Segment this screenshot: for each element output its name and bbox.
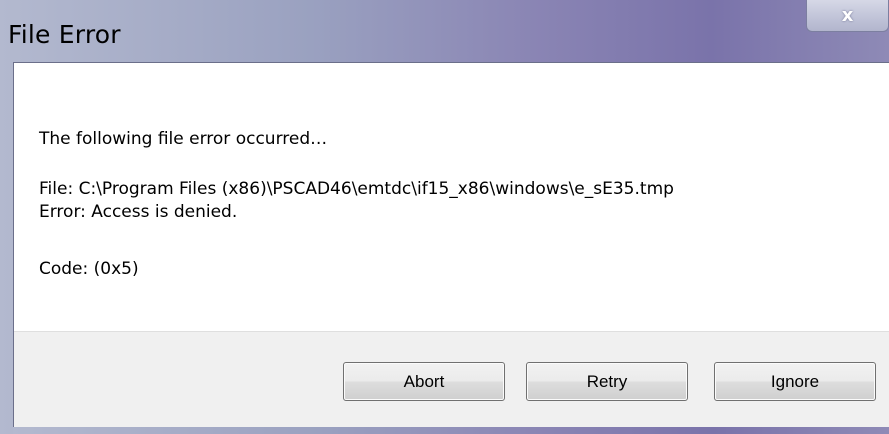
title-bar[interactable]: File Error x bbox=[0, 0, 889, 62]
message-file-path: File: C:\Program Files (x86)\PSCAD46\emt… bbox=[39, 179, 674, 199]
ignore-button[interactable]: Ignore bbox=[714, 362, 876, 401]
retry-button[interactable]: Retry bbox=[526, 362, 688, 401]
message-intro: The following file error occurred… bbox=[39, 129, 328, 149]
dialog-title: File Error bbox=[8, 20, 121, 49]
window-bottom-border bbox=[13, 427, 889, 434]
abort-button[interactable]: Abort bbox=[343, 362, 505, 401]
dialog-body: The following file error occurred… File:… bbox=[13, 62, 889, 429]
button-bar: Abort Retry Ignore bbox=[14, 331, 889, 429]
close-icon: x bbox=[841, 4, 854, 26]
message-code: Code: (0x5) bbox=[39, 259, 139, 279]
close-button[interactable]: x bbox=[806, 0, 889, 32]
dialog-window: File Error x The following file error oc… bbox=[0, 0, 889, 434]
message-error: Error: Access is denied. bbox=[39, 202, 238, 222]
